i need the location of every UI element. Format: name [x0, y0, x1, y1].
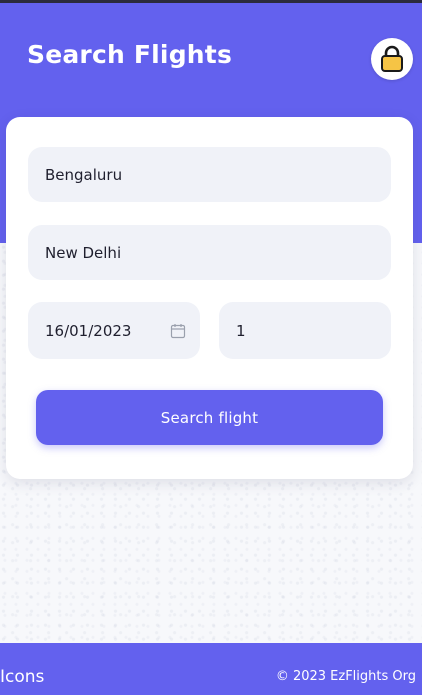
date-field[interactable]: [28, 302, 200, 359]
to-input[interactable]: [45, 243, 391, 262]
from-input[interactable]: [45, 165, 391, 184]
footer-copyright: © 2023 EzFlights Org: [275, 669, 416, 684]
footer-icons-link[interactable]: Icons: [0, 667, 44, 687]
to-field[interactable]: [28, 225, 391, 280]
passengers-input[interactable]: [236, 321, 391, 340]
lock-button[interactable]: [371, 38, 413, 80]
date-input[interactable]: [45, 321, 162, 340]
search-flight-button[interactable]: Search flight: [36, 390, 383, 445]
calendar-icon[interactable]: [170, 323, 186, 339]
from-field[interactable]: [28, 147, 391, 202]
page-title: Search Flights: [27, 40, 233, 69]
lock-icon: [381, 45, 403, 72]
search-card: Search flight: [6, 117, 413, 479]
footer: Icons © 2023 EzFlights Org: [0, 643, 422, 695]
passengers-field[interactable]: [219, 302, 391, 359]
